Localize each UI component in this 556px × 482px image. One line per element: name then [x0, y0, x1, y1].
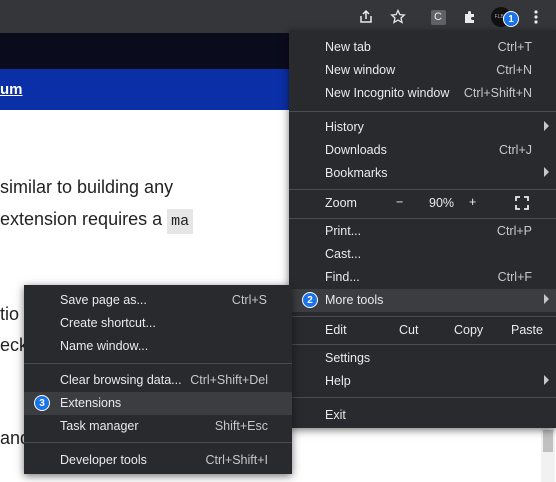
more-tools-submenu: Save page as... Ctrl+S Create shortcut..…: [24, 285, 292, 474]
menu-label: Downloads: [325, 143, 387, 157]
step-badge-1: 1: [503, 11, 519, 27]
menu-label: Name window...: [60, 339, 149, 353]
menu-shortcut: Ctrl+N: [496, 63, 532, 77]
menu-label: Zoom: [325, 196, 357, 210]
menu-shortcut: Ctrl+J: [499, 143, 532, 157]
zoom-out-button[interactable]: −: [396, 195, 403, 209]
menu-label: New window: [325, 63, 396, 77]
menu-label: Help: [325, 374, 351, 388]
menu-shortcut: Ctrl+Shift+Del: [190, 373, 268, 387]
browser-toolbar: C FLBC: [0, 0, 556, 33]
menu-label: Bookmarks: [325, 166, 388, 180]
menu-label: Exit: [325, 408, 346, 422]
share-icon[interactable]: [354, 5, 378, 29]
menu-shortcut: Ctrl+F: [497, 270, 532, 284]
extension-c-label: C: [430, 9, 446, 25]
page-text-line2: extension requires a ma: [0, 209, 194, 234]
menu-item-downloads[interactable]: Downloads Ctrl+J: [289, 139, 556, 162]
menu-separator: [289, 397, 556, 398]
submenu-item-extensions[interactable]: Extensions: [24, 392, 292, 415]
submenu-arrow-icon: [544, 167, 549, 177]
menu-separator: [24, 442, 292, 443]
menu-label: Extensions: [60, 396, 122, 410]
menu-separator: [289, 111, 556, 112]
submenu-item-name-window[interactable]: Name window...: [24, 335, 292, 358]
menu-item-new-window[interactable]: New window Ctrl+N: [289, 59, 556, 82]
menu-label: Edit: [325, 323, 347, 337]
submenu-item-task-manager[interactable]: Task manager Shift+Esc: [24, 415, 292, 438]
menu-item-cast[interactable]: Cast...: [289, 243, 556, 266]
extension-c-icon[interactable]: C: [426, 5, 450, 29]
page-text-partial1: tio: [0, 304, 20, 324]
page-nav-link[interactable]: um: [0, 81, 23, 98]
menu-item-exit[interactable]: Exit: [289, 404, 556, 427]
zoom-level: 90%: [429, 196, 455, 210]
menu-item-new-tab[interactable]: New tab Ctrl+T: [289, 36, 556, 59]
menu-label: New tab: [325, 40, 371, 54]
menu-shortcut: Ctrl+P: [496, 224, 532, 238]
menu-shortcut: Ctrl+Shift+N: [463, 86, 532, 100]
submenu-arrow-icon: [544, 375, 549, 385]
submenu-item-dev-tools[interactable]: Developer tools Ctrl+Shift+I: [24, 449, 292, 472]
page-text-line1: similar to building any: [0, 177, 174, 197]
menu-label: Developer tools: [60, 453, 147, 467]
menu-label: Settings: [325, 351, 371, 365]
puzzle-icon[interactable]: [458, 5, 482, 29]
menu-item-settings[interactable]: Settings: [289, 347, 556, 370]
page-scrollbar-thumb[interactable]: [543, 430, 553, 452]
menu-label: Save page as...: [60, 293, 147, 307]
menu-separator: [24, 363, 292, 364]
menu-shortcut: Ctrl+Shift+I: [205, 453, 268, 467]
zoom-in-button[interactable]: +: [469, 195, 476, 209]
submenu-arrow-icon: [544, 121, 549, 131]
menu-item-print[interactable]: Print... Ctrl+P: [289, 220, 556, 243]
submenu-item-create-shortcut[interactable]: Create shortcut...: [24, 312, 292, 335]
menu-label: More tools: [325, 293, 384, 307]
menu-item-zoom: Zoom − 90% +: [289, 191, 556, 215]
menu-separator: [289, 218, 556, 219]
kebab-icon[interactable]: [524, 5, 548, 29]
cut-button[interactable]: Cut: [399, 323, 418, 337]
menu-label: New Incognito window: [325, 86, 450, 100]
menu-shortcut: Shift+Esc: [214, 419, 268, 433]
menu-item-more-tools[interactable]: More tools: [289, 289, 556, 312]
paste-button[interactable]: Paste: [511, 323, 543, 337]
inline-code: ma: [167, 209, 194, 234]
menu-shortcut: Ctrl+S: [231, 293, 267, 307]
menu-item-edit: Edit Cut Copy Paste: [289, 318, 556, 342]
copy-button[interactable]: Copy: [454, 323, 483, 337]
menu-label: Task manager: [60, 419, 139, 433]
step-badge-2: 2: [302, 292, 318, 308]
menu-label: History: [325, 120, 364, 134]
star-icon[interactable]: [386, 5, 410, 29]
menu-separator: [289, 316, 556, 317]
submenu-arrow-icon: [544, 294, 549, 304]
menu-label: Clear browsing data...: [60, 373, 182, 387]
menu-label: Find...: [325, 270, 360, 284]
step-badge-3: 3: [34, 395, 50, 411]
menu-item-find[interactable]: Find... Ctrl+F: [289, 266, 556, 289]
submenu-item-save-page[interactable]: Save page as... Ctrl+S: [24, 289, 292, 312]
menu-separator: [289, 344, 556, 345]
menu-shortcut: Ctrl+T: [497, 40, 532, 54]
menu-label: Create shortcut...: [60, 316, 156, 330]
menu-item-history[interactable]: History: [289, 116, 556, 139]
menu-item-help[interactable]: Help: [289, 370, 556, 393]
menu-separator: [289, 189, 556, 190]
menu-item-new-incognito[interactable]: New Incognito window Ctrl+Shift+N: [289, 82, 556, 105]
submenu-item-clear-data[interactable]: Clear browsing data... Ctrl+Shift+Del: [24, 369, 292, 392]
menu-label: Print...: [325, 224, 362, 238]
menu-label: Cast...: [325, 247, 362, 261]
menu-item-bookmarks[interactable]: Bookmarks: [289, 162, 556, 185]
fullscreen-icon[interactable]: [515, 196, 529, 213]
chrome-main-menu: New tab Ctrl+T New window Ctrl+N New Inc…: [289, 30, 556, 428]
